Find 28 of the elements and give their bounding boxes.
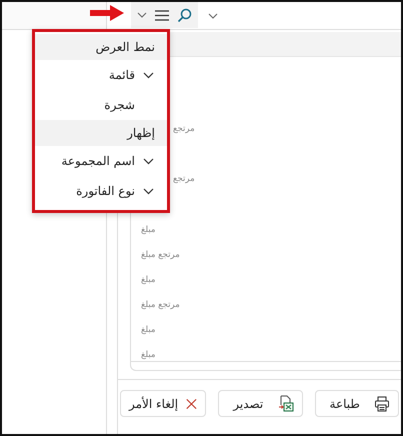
- list-item[interactable]: مبلغ: [141, 324, 156, 334]
- close-icon: [186, 396, 197, 410]
- action-button[interactable]: تصدير: [218, 390, 302, 417]
- chevron-icon: [143, 158, 154, 164]
- chevron-icon: [143, 188, 154, 194]
- excel-export-icon: [278, 395, 294, 412]
- pointer-arrow: [90, 5, 124, 21]
- chevron-icon[interactable]: [208, 12, 218, 18]
- list-item[interactable]: مرتجع: [173, 174, 195, 184]
- menu-section-header: نمط العرض: [35, 34, 167, 60]
- list-item[interactable]: مرتجع مبلغ: [141, 250, 180, 260]
- menu-icon[interactable]: [155, 10, 169, 20]
- menu-item[interactable]: نوع الفاتورة: [35, 176, 167, 206]
- list-item[interactable]: مبلغ: [141, 274, 156, 284]
- menu-item[interactable]: اسم المجموعة: [35, 146, 167, 176]
- menu-section-header: إظهار: [35, 120, 167, 146]
- list-item[interactable]: مبلغ: [141, 224, 156, 234]
- chevron-icon: [143, 72, 154, 78]
- printer-icon: [374, 396, 390, 412]
- chevron-icon[interactable]: [137, 12, 147, 18]
- search-icon[interactable]: [177, 8, 192, 22]
- menu-item[interactable]: قائمة: [35, 60, 167, 90]
- menu-item[interactable]: شجرة: [35, 90, 167, 120]
- list-item[interactable]: مبلغ: [141, 350, 156, 360]
- action-button[interactable]: إلغاء الأمر: [120, 390, 206, 417]
- list-item[interactable]: مرتجع مبلغ: [141, 300, 180, 310]
- list-item[interactable]: مرتجع: [173, 124, 195, 134]
- action-button[interactable]: طباعة: [314, 390, 399, 417]
